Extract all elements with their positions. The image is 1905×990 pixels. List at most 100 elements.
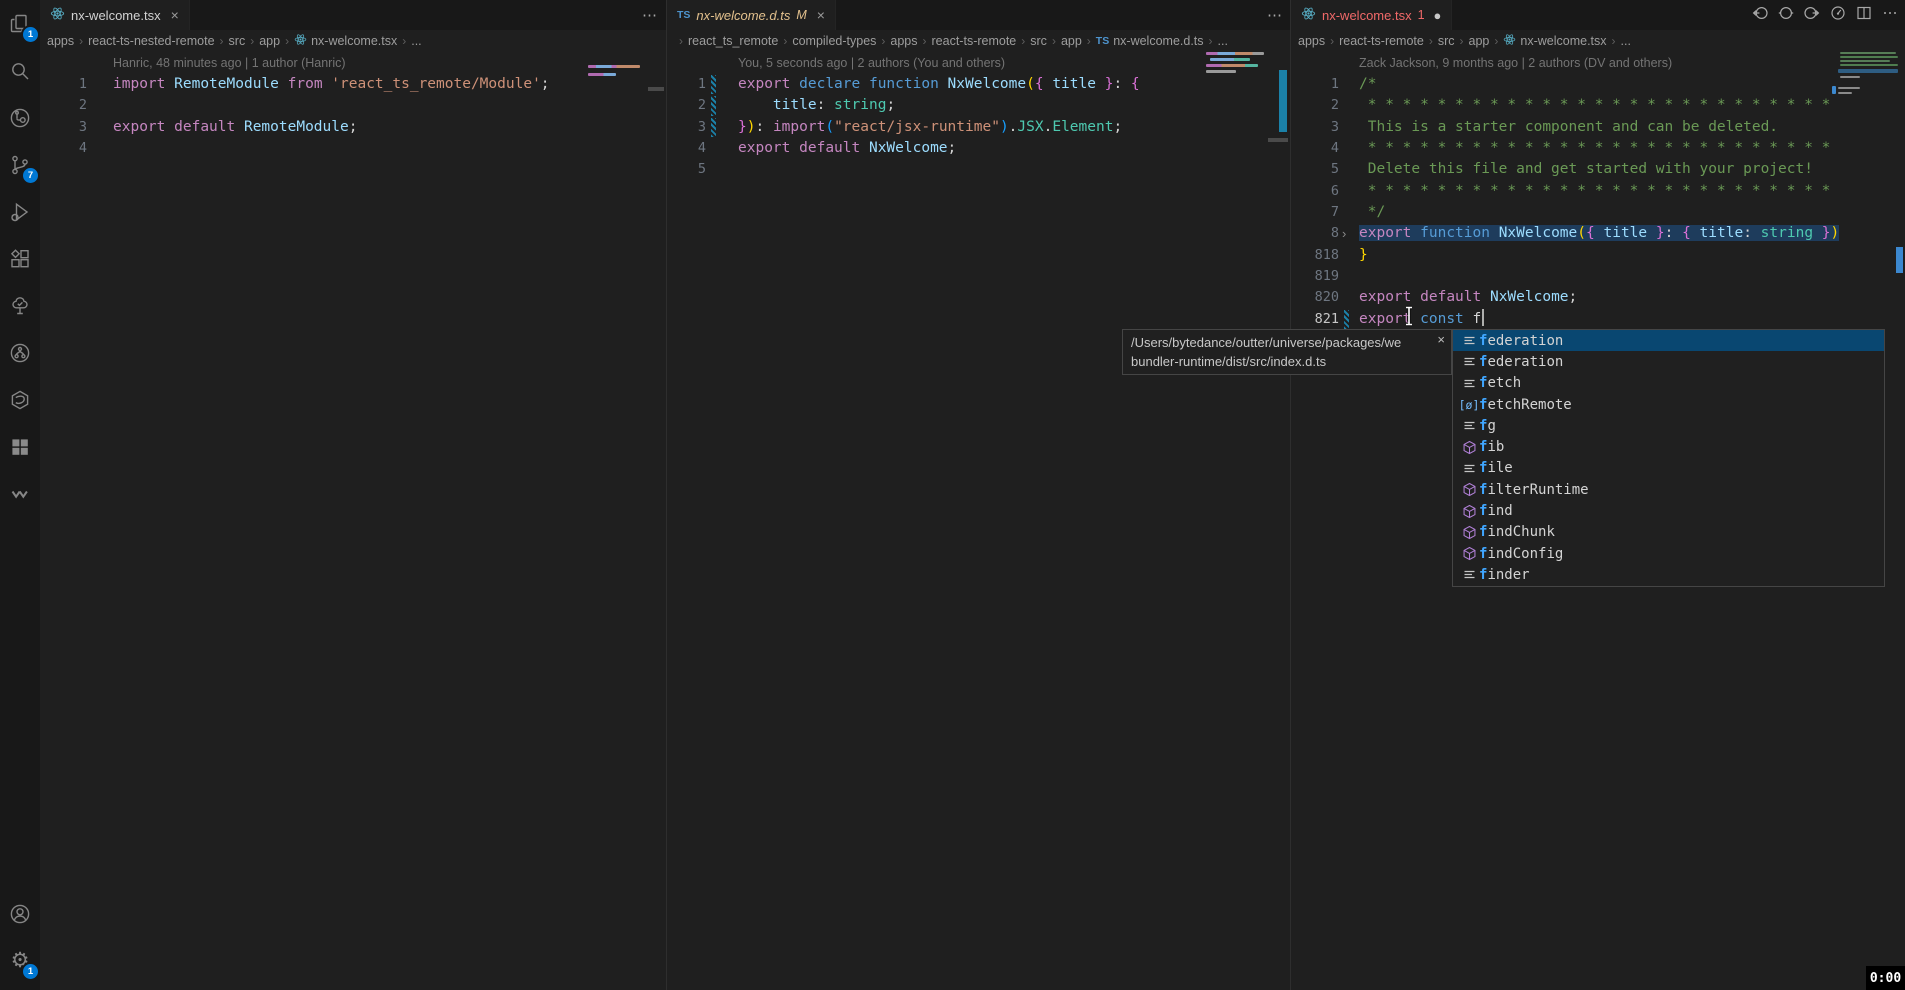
fold-chevron-icon[interactable]: › xyxy=(1342,223,1346,244)
breadcrumb-segment[interactable]: src xyxy=(1030,34,1047,48)
breadcrumb-segment[interactable]: apps xyxy=(1298,34,1325,48)
activity-bar-item-gitlens-inspect[interactable] xyxy=(0,94,40,141)
tab-nx-welcome.tsx[interactable]: nx-welcome.tsx1● xyxy=(1291,0,1452,30)
suggest-item-fib[interactable]: fib xyxy=(1453,436,1884,457)
breadcrumb-label: app xyxy=(259,34,280,48)
activity-bar-item-accounts[interactable] xyxy=(0,890,40,937)
more-actions-icon[interactable]: ⋯ xyxy=(1267,6,1283,24)
breadcrumb-segment[interactable]: src xyxy=(229,34,246,48)
code-line[interactable]: 5 Delete this file and get started with … xyxy=(1291,159,1905,180)
suggest-item-find[interactable]: find xyxy=(1453,500,1884,521)
code-editor[interactable]: You, 5 seconds ago | 2 authors (You and … xyxy=(667,52,1291,990)
suggest-item-filterRuntime[interactable]: filterRuntime xyxy=(1453,479,1884,500)
code-tokens: export declare function NxWelcome({ titl… xyxy=(738,76,1140,92)
timeline-icon[interactable] xyxy=(1830,5,1846,26)
more-actions-icon[interactable]: ⋯ xyxy=(642,6,658,24)
code-line[interactable]: 4export default NxWelcome; xyxy=(667,138,1291,159)
breadcrumb-segment[interactable]: app xyxy=(259,34,280,48)
breadcrumb-segment[interactable]: react-ts-remote xyxy=(932,34,1017,48)
code-line[interactable]: 1/* xyxy=(1291,74,1905,95)
code-line[interactable]: 7 */ xyxy=(1291,202,1905,223)
previous-change-icon[interactable] xyxy=(1752,5,1768,26)
suggest-item-fetchRemote[interactable]: [ø]fetchRemote xyxy=(1453,394,1884,415)
activity-bar-item-extension-grid[interactable] xyxy=(0,423,40,470)
suggest-item-label: findChunk xyxy=(1479,524,1555,540)
suggest-item-label: filterRuntime xyxy=(1479,482,1589,498)
suggest-widget: federationfederationfetch[ø]fetchRemotef… xyxy=(1452,329,1885,587)
breadcrumb-segment[interactable]: nx-welcome.tsx xyxy=(294,33,397,49)
code-line[interactable]: 1import RemoteModule from 'react_ts_remo… xyxy=(40,74,666,95)
breadcrumb-segment[interactable]: react_ts_remote xyxy=(688,34,778,48)
activity-bar-item-extensions[interactable] xyxy=(0,235,40,282)
breadcrumb-segment[interactable]: ... xyxy=(1218,34,1228,48)
breadcrumb-segment[interactable]: react-ts-remote xyxy=(1339,34,1424,48)
code-line[interactable]: 3export default RemoteModule; xyxy=(40,117,666,138)
suggest-item-finder[interactable]: finder xyxy=(1453,564,1884,585)
breadcrumb-segment[interactable]: src xyxy=(1438,34,1455,48)
code-line[interactable]: 2 * * * * * * * * * * * * * * * * * * * … xyxy=(1291,95,1905,116)
code-line[interactable]: 818} xyxy=(1291,245,1905,266)
breadcrumb-segment[interactable]: ... xyxy=(1621,34,1631,48)
code-line[interactable]: 4 xyxy=(40,138,666,159)
code-line[interactable]: 1export declare function NxWelcome({ tit… xyxy=(667,74,1291,95)
current-change-icon[interactable] xyxy=(1778,5,1794,26)
code-line[interactable]: 821export const f xyxy=(1291,309,1905,330)
code-line[interactable]: 2 title: string; xyxy=(667,95,1291,116)
breadcrumb-segment[interactable]: nx-welcome.tsx xyxy=(1503,33,1606,49)
react-icon xyxy=(294,33,307,46)
tab-nx-welcome.tsx[interactable]: nx-welcome.tsx× xyxy=(40,0,190,30)
tab-nx-welcome.d.ts[interactable]: TSnx-welcome.d.tsM× xyxy=(667,0,836,30)
code-line[interactable]: 819 xyxy=(1291,266,1905,287)
suggest-item-fg[interactable]: fg xyxy=(1453,415,1884,436)
code-line[interactable]: 8›export function NxWelcome({ title }: {… xyxy=(1291,223,1905,244)
code-line[interactable]: 2 xyxy=(40,95,666,116)
suggest-item-findChunk[interactable]: findChunk xyxy=(1453,522,1884,543)
breadcrumb-segment[interactable]: app xyxy=(1061,34,1082,48)
activity-bar-item-search[interactable] xyxy=(0,47,40,94)
tooltip-close-icon[interactable]: × xyxy=(1437,332,1445,347)
suggest-item-fetch[interactable]: fetch xyxy=(1453,373,1884,394)
activity-bar-item-source-control[interactable]: 7 xyxy=(0,141,40,188)
activity-bar-item-todo-tree[interactable] xyxy=(0,282,40,329)
code-editor[interactable]: Hanric, 48 minutes ago | 1 author (Hanri… xyxy=(40,52,666,990)
suggest-item-federation[interactable]: federation xyxy=(1453,351,1884,372)
overview-slider-left xyxy=(648,87,664,91)
git-blame-annotation: Zack Jackson, 9 months ago | 2 authors (… xyxy=(1359,52,1905,74)
suggest-item-icon xyxy=(1459,525,1479,540)
code-line[interactable]: 6 * * * * * * * * * * * * * * * * * * * … xyxy=(1291,181,1905,202)
activity-bar-item-settings[interactable]: ⚙1 xyxy=(0,937,40,984)
breadcrumb-segment[interactable]: ... xyxy=(411,34,421,48)
code-line[interactable]: 4 * * * * * * * * * * * * * * * * * * * … xyxy=(1291,138,1905,159)
activity-bar-item-extension-shape[interactable] xyxy=(0,376,40,423)
code-line[interactable]: 820export default NxWelcome; xyxy=(1291,287,1905,308)
breadcrumb-segment[interactable]: TSnx-welcome.d.ts xyxy=(1096,34,1204,48)
suggest-item-federation[interactable]: federation xyxy=(1453,330,1884,351)
extensions-icon xyxy=(8,247,32,271)
activity-bar-item-explorer[interactable]: 1 xyxy=(0,0,40,47)
split-editor-icon[interactable] xyxy=(1856,5,1872,26)
activity-bar-item-run-and-debug[interactable] xyxy=(0,188,40,235)
breadcrumb-segment[interactable]: compiled-types xyxy=(792,34,876,48)
code-line[interactable]: 5 xyxy=(667,159,1291,180)
breadcrumb-segment[interactable]: apps xyxy=(890,34,917,48)
code-tokens: export default RemoteModule; xyxy=(113,119,357,135)
code-line[interactable]: 3}): import("react/jsx-runtime").JSX.Ele… xyxy=(667,117,1291,138)
next-change-icon[interactable] xyxy=(1804,5,1820,26)
suggest-item-icon xyxy=(1459,567,1479,582)
tab-close-icon[interactable]: × xyxy=(171,7,179,23)
code-line-content: export default NxWelcome; xyxy=(1359,287,1577,308)
debug-icon xyxy=(8,200,32,224)
code-line[interactable]: 3 This is a starter component and can be… xyxy=(1291,117,1905,138)
breadcrumb-segment[interactable]: app xyxy=(1469,34,1490,48)
activity-bar-item-extension-zigzag[interactable] xyxy=(0,470,40,517)
code-line-content: title: string; xyxy=(738,95,895,116)
suggest-item-label: find xyxy=(1479,503,1513,519)
suggest-item-findConfig[interactable]: findConfig xyxy=(1453,543,1884,564)
breadcrumb-segment[interactable]: apps xyxy=(47,34,74,48)
breadcrumb-label: apps xyxy=(1298,34,1325,48)
breadcrumb-segment[interactable]: react-ts-nested-remote xyxy=(88,34,214,48)
more-actions-icon[interactable] xyxy=(1882,5,1898,26)
tab-close-icon[interactable]: × xyxy=(817,7,825,23)
activity-bar-item-git-graph[interactable] xyxy=(0,329,40,376)
suggest-item-file[interactable]: file xyxy=(1453,458,1884,479)
